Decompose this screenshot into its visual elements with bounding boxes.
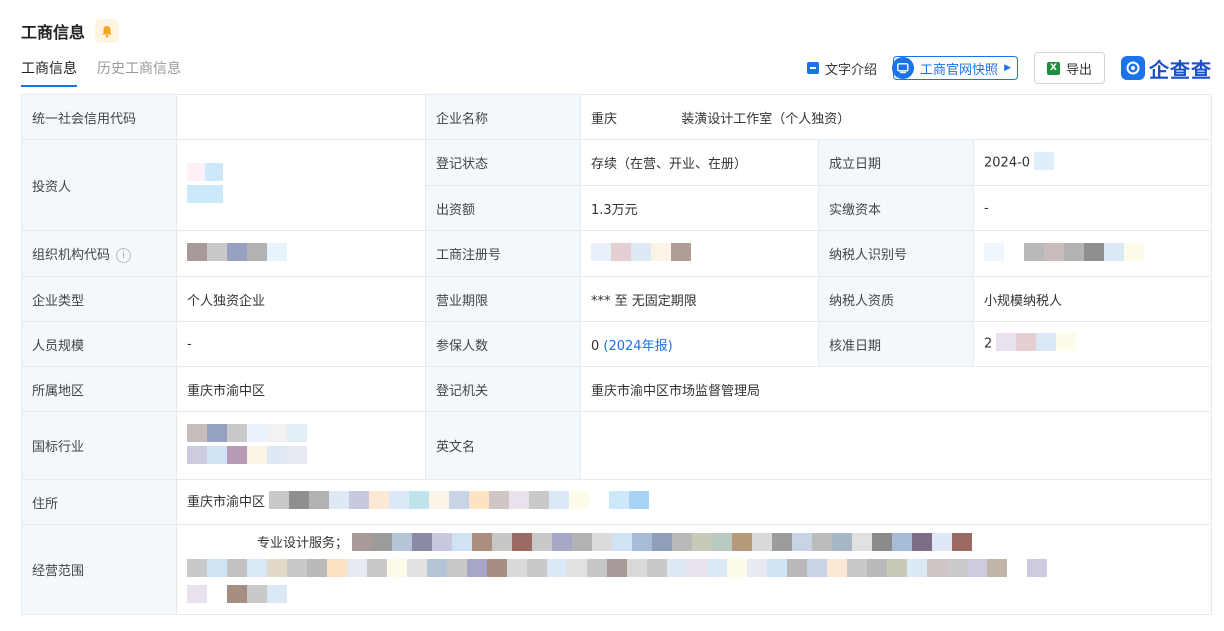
toolbar: 文字介绍 工商官网快照 ▶ X 导出 企查查 [807,52,1212,84]
brand-name: 企查查 [1149,57,1212,82]
value-industry [176,411,426,480]
label-business-term: 营业期限 [425,276,581,322]
label-approval-date: 核准日期 [818,321,974,367]
table-row: 企业类型 个人独资企业 营业期限 *** 至 无固定期限 纳税人资质 小规模纳税… [21,276,1212,322]
label-investor: 投资人 [21,139,177,231]
value-contribution: 1.3万元 [580,185,819,231]
value-reg-number [580,230,819,277]
value-org-code [176,230,426,277]
label-taxpayer-id: 纳税人识别号 [818,230,974,277]
value-taxpayer-qual: 小规模纳税人 [973,276,1212,322]
value-company-name: 重庆 装潢设计工作室（个人独资） [580,94,1212,140]
label-credit-code: 统一社会信用代码 [21,94,177,140]
label-region: 所属地区 [21,366,177,412]
insured-count: 0 [591,338,600,354]
redacted-value [187,423,415,468]
redacted-value [187,584,287,607]
redacted-value [591,242,691,265]
redacted-value [352,532,973,555]
label-reg-status: 登记状态 [425,139,581,186]
export-button[interactable]: X 导出 [1033,52,1105,84]
redacted-value [187,558,1047,581]
value-region: 重庆市渝中区 [176,366,426,412]
table-row: 经营范围 专业设计服务； [21,524,1212,615]
text-intro-button[interactable]: 文字介绍 [807,59,877,78]
redacted-value [984,242,1144,265]
redacted-value [269,491,650,513]
label-address: 住所 [21,479,177,525]
bell-icon[interactable] [95,19,120,43]
snapshot-label: 工商官网快照 [920,62,999,78]
text-intro-label: 文字介绍 [825,62,878,78]
table-row: 所属地区 重庆市渝中区 登记机关 重庆市渝中区市场监督管理局 [21,366,1212,412]
value-company-type: 个人独资企业 [176,276,426,322]
label-org-code: 组织机构代码 i [21,230,177,277]
table-row: 国标行业 英文名 [21,411,1212,480]
value-credit-code [176,94,426,140]
annual-report-link[interactable]: (2024年报) [603,339,672,354]
label-reg-authority: 登记机关 [425,366,581,412]
label-reg-number: 工商注册号 [425,230,581,277]
table-row: 住所 重庆市渝中区 [21,479,1212,525]
label-staff-size: 人员规模 [21,321,177,367]
redacted-value [187,163,227,207]
table-row: 统一社会信用代码 企业名称 重庆 装潢设计工作室（个人独资） [21,94,1212,140]
label-paid-capital: 实缴资本 [818,185,974,231]
value-insured: 0 (2024年报) [580,321,819,367]
company-name-suffix: 装潢设计工作室（个人独资） [681,111,851,127]
table-row: 人员规模 - 参保人数 0 (2024年报) 核准日期 2 [21,321,1212,367]
label-scope: 经营范围 [21,524,177,615]
address-text: 重庆市渝中区 [187,494,266,510]
export-label: 导出 [1065,62,1092,78]
org-code-label: 组织机构代码 [32,248,111,263]
value-taxpayer-id [973,230,1212,277]
value-paid-capital: - [973,185,1212,231]
section-header: 工商信息 [21,18,120,44]
label-founded: 成立日期 [818,139,974,186]
value-reg-authority: 重庆市渝中区市场监督管理局 [580,366,1212,412]
tab-bar: 工商信息 历史工商信息 [21,58,181,87]
label-industry: 国标行业 [21,411,177,480]
excel-icon: X [1046,61,1060,75]
label-company-type: 企业类型 [21,276,177,322]
label-taxpayer-qual: 纳税人资质 [818,276,974,322]
value-staff-size: - [176,321,426,367]
qichacha-logo-icon [1121,56,1145,80]
brand-logo: 企查查 [1121,54,1212,83]
scope-text: 专业设计服务； [257,536,349,552]
value-address: 重庆市渝中区 [176,479,1212,525]
label-contribution: 出资额 [425,185,581,231]
value-business-term: *** 至 无固定期限 [580,276,819,322]
snapshot-icon [892,57,915,79]
table-row: 投资人 登记状态 存续（在营、开业、在册） 成立日期 2024-0 [21,139,1212,231]
label-company-name: 企业名称 [425,94,581,140]
redacted-value [187,242,287,265]
label-english-name: 英文名 [425,411,581,480]
value-investor [176,139,426,231]
label-insured: 参保人数 [425,321,581,367]
value-reg-status: 存续（在营、开业、在册） [580,139,819,186]
founded-date: 2024-0 [984,155,1031,170]
caret-right-icon: ▶ [1004,63,1011,73]
company-name-prefix: 重庆 [591,111,618,127]
approval-date-value: 2 [984,336,993,352]
redacted-value [1034,151,1055,174]
value-english-name [580,411,1212,480]
business-info-table: 统一社会信用代码 企业名称 重庆 装潢设计工作室（个人独资） 投资人 登记状态 … [21,94,1212,615]
snapshot-button[interactable]: 工商官网快照 ▶ [892,56,1018,80]
redacted-value [996,333,1077,355]
value-approval-date: 2 [973,321,1212,367]
tab-business-info[interactable]: 工商信息 [21,58,77,87]
tab-history-business-info[interactable]: 历史工商信息 [97,58,181,87]
value-founded: 2024-0 [973,139,1212,186]
table-row: 组织机构代码 i 工商注册号 纳税人识别号 [21,230,1212,277]
document-icon [807,62,820,74]
info-icon[interactable]: i [116,248,132,263]
value-scope: 专业设计服务； [176,524,1212,615]
page-title: 工商信息 [21,23,86,42]
